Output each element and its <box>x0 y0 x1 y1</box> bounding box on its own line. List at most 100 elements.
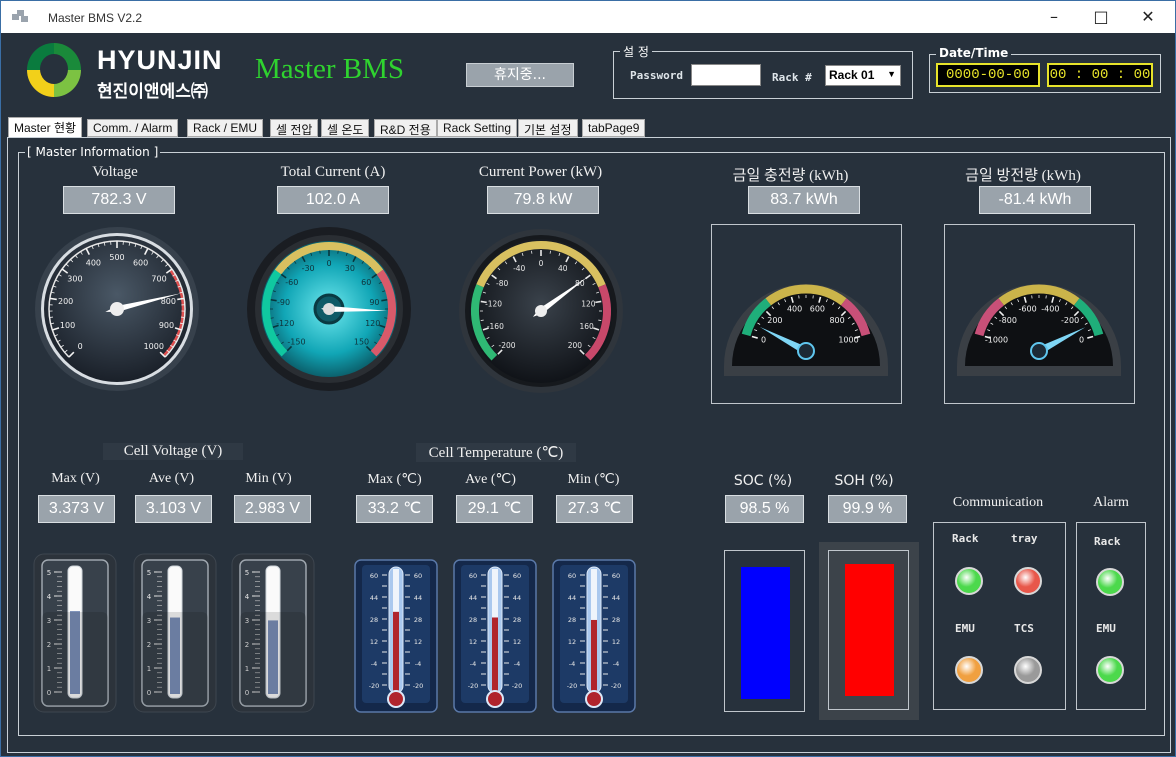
alarm-rack-label: Rack <box>1094 535 1121 548</box>
temp-tick-label-right: 60 <box>612 572 620 580</box>
charge-label: 금일 충전량 (kWh) <box>732 168 849 184</box>
tab-master[interactable]: Master 현황 <box>8 117 83 138</box>
temp-tick-label-right: 28 <box>612 616 620 624</box>
chg-tick-label: 400 <box>787 304 802 313</box>
temp-tick-label-left: 12 <box>370 638 378 646</box>
cell-temp-min-thermometer: -20 -20 -4 -4 12 12 28 28 44 44 60 60 <box>552 559 636 713</box>
comm-tcs-led <box>1014 656 1042 684</box>
temp-tick-label-left: -4 <box>569 660 575 668</box>
datetime-group-title: Date/Time <box>936 46 1012 60</box>
tab-cell-temp[interactable]: 셀 온도 <box>321 119 370 137</box>
temp-tick-label-right: 12 <box>513 638 521 646</box>
cg-tick-label: 60 <box>361 278 371 287</box>
communication-panel: Rack tray EMU TCS <box>933 522 1066 710</box>
cg-tick-label: 150 <box>354 338 369 347</box>
cell-temp-max-label: Max (℃) <box>367 472 422 487</box>
temp-tick-label-left: 28 <box>568 616 576 624</box>
discharge-label: 금일 방전량 (kWh) <box>965 168 1081 184</box>
comm-emu-label: EMU <box>955 622 975 635</box>
power-gauge: -200-160-120-80-4004080120160200 <box>459 229 623 393</box>
tab-page9[interactable]: tabPage9 <box>582 119 646 137</box>
temp-tick-label-left: -20 <box>468 682 479 690</box>
cell-voltage-max-bar: 012345 <box>33 553 117 713</box>
rack-label: Rack # <box>772 71 812 84</box>
temp-tick-label-left: 60 <box>568 572 576 580</box>
chevron-down-icon: ▼ <box>887 69 896 79</box>
dis-tick-label: -400 <box>1041 304 1059 313</box>
status-button[interactable]: 휴지중... <box>466 63 574 87</box>
temp-tick-label-left: 28 <box>469 616 477 624</box>
cell-temp-title: Cell Temperature (℃) <box>416 443 576 462</box>
tab-comm-alarm[interactable]: Comm. / Alarm <box>87 119 179 137</box>
thermometer-mercury <box>492 617 498 695</box>
vg-tick <box>49 297 57 301</box>
temp-tick-label-right: 60 <box>513 572 521 580</box>
cell-temp-ave-label: Ave (℃) <box>465 472 516 487</box>
cg-tick-label: -150 <box>287 338 305 347</box>
cell-voltage-max-label: Max (V) <box>51 471 100 486</box>
soh-value: 99.9 % <box>828 495 907 523</box>
pg-tick-label: 160 <box>579 322 594 331</box>
brand-name: HYUNJIN <box>97 45 223 75</box>
chg-tick-label: 800 <box>829 316 844 325</box>
comm-tray-label: tray <box>1011 532 1038 545</box>
tab-rack-setting[interactable]: Rack Setting <box>437 119 518 137</box>
cg-tick <box>381 298 388 302</box>
voltage-tick-label: 5 <box>147 569 151 577</box>
cell-temp-min-value: 27.3 ℃ <box>556 495 633 523</box>
rack-select-value: Rack 01 <box>829 68 875 82</box>
voltage-tick-label: 4 <box>47 593 52 601</box>
temp-tick-label-right: -20 <box>512 682 523 690</box>
alarm-emu-label: EMU <box>1096 622 1116 635</box>
current-value: 102.0 A <box>277 186 389 214</box>
tab-rack-emu[interactable]: Rack / EMU <box>187 119 264 137</box>
rack-select[interactable]: Rack 01 ▼ <box>825 65 901 86</box>
close-button[interactable]: ✕ <box>1125 1 1171 33</box>
tab-rnd[interactable]: R&D 전용 <box>374 119 437 137</box>
comm-tcs-label: TCS <box>1014 622 1034 635</box>
password-input[interactable] <box>691 64 761 86</box>
temp-tick-label-right: 44 <box>414 594 422 602</box>
soh-bar-outer <box>819 542 919 720</box>
vg-tick-label: 500 <box>109 253 124 262</box>
pg-tick-label: 40 <box>558 264 568 273</box>
temp-tick-label-right: 28 <box>414 616 422 624</box>
soh-label: SOH (%) <box>834 473 894 489</box>
dis-tick-label: -200 <box>1061 316 1079 325</box>
temp-tick-label-left: -4 <box>470 660 476 668</box>
temp-tick-label-right: 12 <box>414 638 422 646</box>
voltage-tick-label: 5 <box>47 569 51 577</box>
header: HYUNJIN 현진이앤에스㈜ Master BMS 휴지중... 설 정 Pa… <box>5 33 1171 117</box>
tab-basic-setting[interactable]: 기본 설정 <box>518 119 578 137</box>
communication-title: Communication <box>952 495 1044 510</box>
app-window: Master BMS V2.2 – □ ✕ HYUNJIN 현진이앤에스㈜ Ma… <box>0 0 1176 757</box>
cg-tick-label: 30 <box>345 264 355 273</box>
charge-value: 83.7 kWh <box>748 186 860 214</box>
temp-tick-label-right: 60 <box>414 572 422 580</box>
pg-tick <box>595 300 602 304</box>
cg-tick-label: -60 <box>285 278 298 287</box>
master-info-title: [ Master Information ] <box>25 145 161 159</box>
cg-tick-label: -120 <box>276 319 294 328</box>
tab-panel: [ Master Information ] Voltage 782.3 V T… <box>7 137 1171 753</box>
temp-tick-label-left: -20 <box>567 682 578 690</box>
temp-tick-label-left: 44 <box>469 594 477 602</box>
current-gauge: -150 -120 -90 -60 -30 0 30 60 90 120 150 <box>247 227 411 391</box>
soh-bar-frame <box>828 550 909 710</box>
vg-tick-label: 700 <box>151 274 166 283</box>
tab-cell-voltage[interactable]: 셀 전압 <box>270 119 319 137</box>
maximize-button[interactable]: □ <box>1078 1 1124 33</box>
discharge-gauge: -1000 -800-600 -400-200 0 <box>957 284 1121 376</box>
brand-subtitle: 현진이앤에스㈜ <box>97 82 208 102</box>
title-bar: Master BMS V2.2 – □ ✕ <box>1 1 1175 33</box>
app-window-icon <box>12 10 28 24</box>
comm-rack-led <box>955 567 983 595</box>
dis-tick-label: -600 <box>1019 304 1037 313</box>
alarm-title: Alarm <box>1093 495 1129 510</box>
vg-tick-label: 900 <box>159 321 174 330</box>
cg-tick-label: 90 <box>369 298 379 307</box>
cell-voltage-ave-bar: 012345 <box>133 553 217 713</box>
minimize-button[interactable]: – <box>1031 1 1077 33</box>
thermometer-bulb <box>387 690 405 708</box>
chg-tick-label: 600 <box>810 304 825 313</box>
